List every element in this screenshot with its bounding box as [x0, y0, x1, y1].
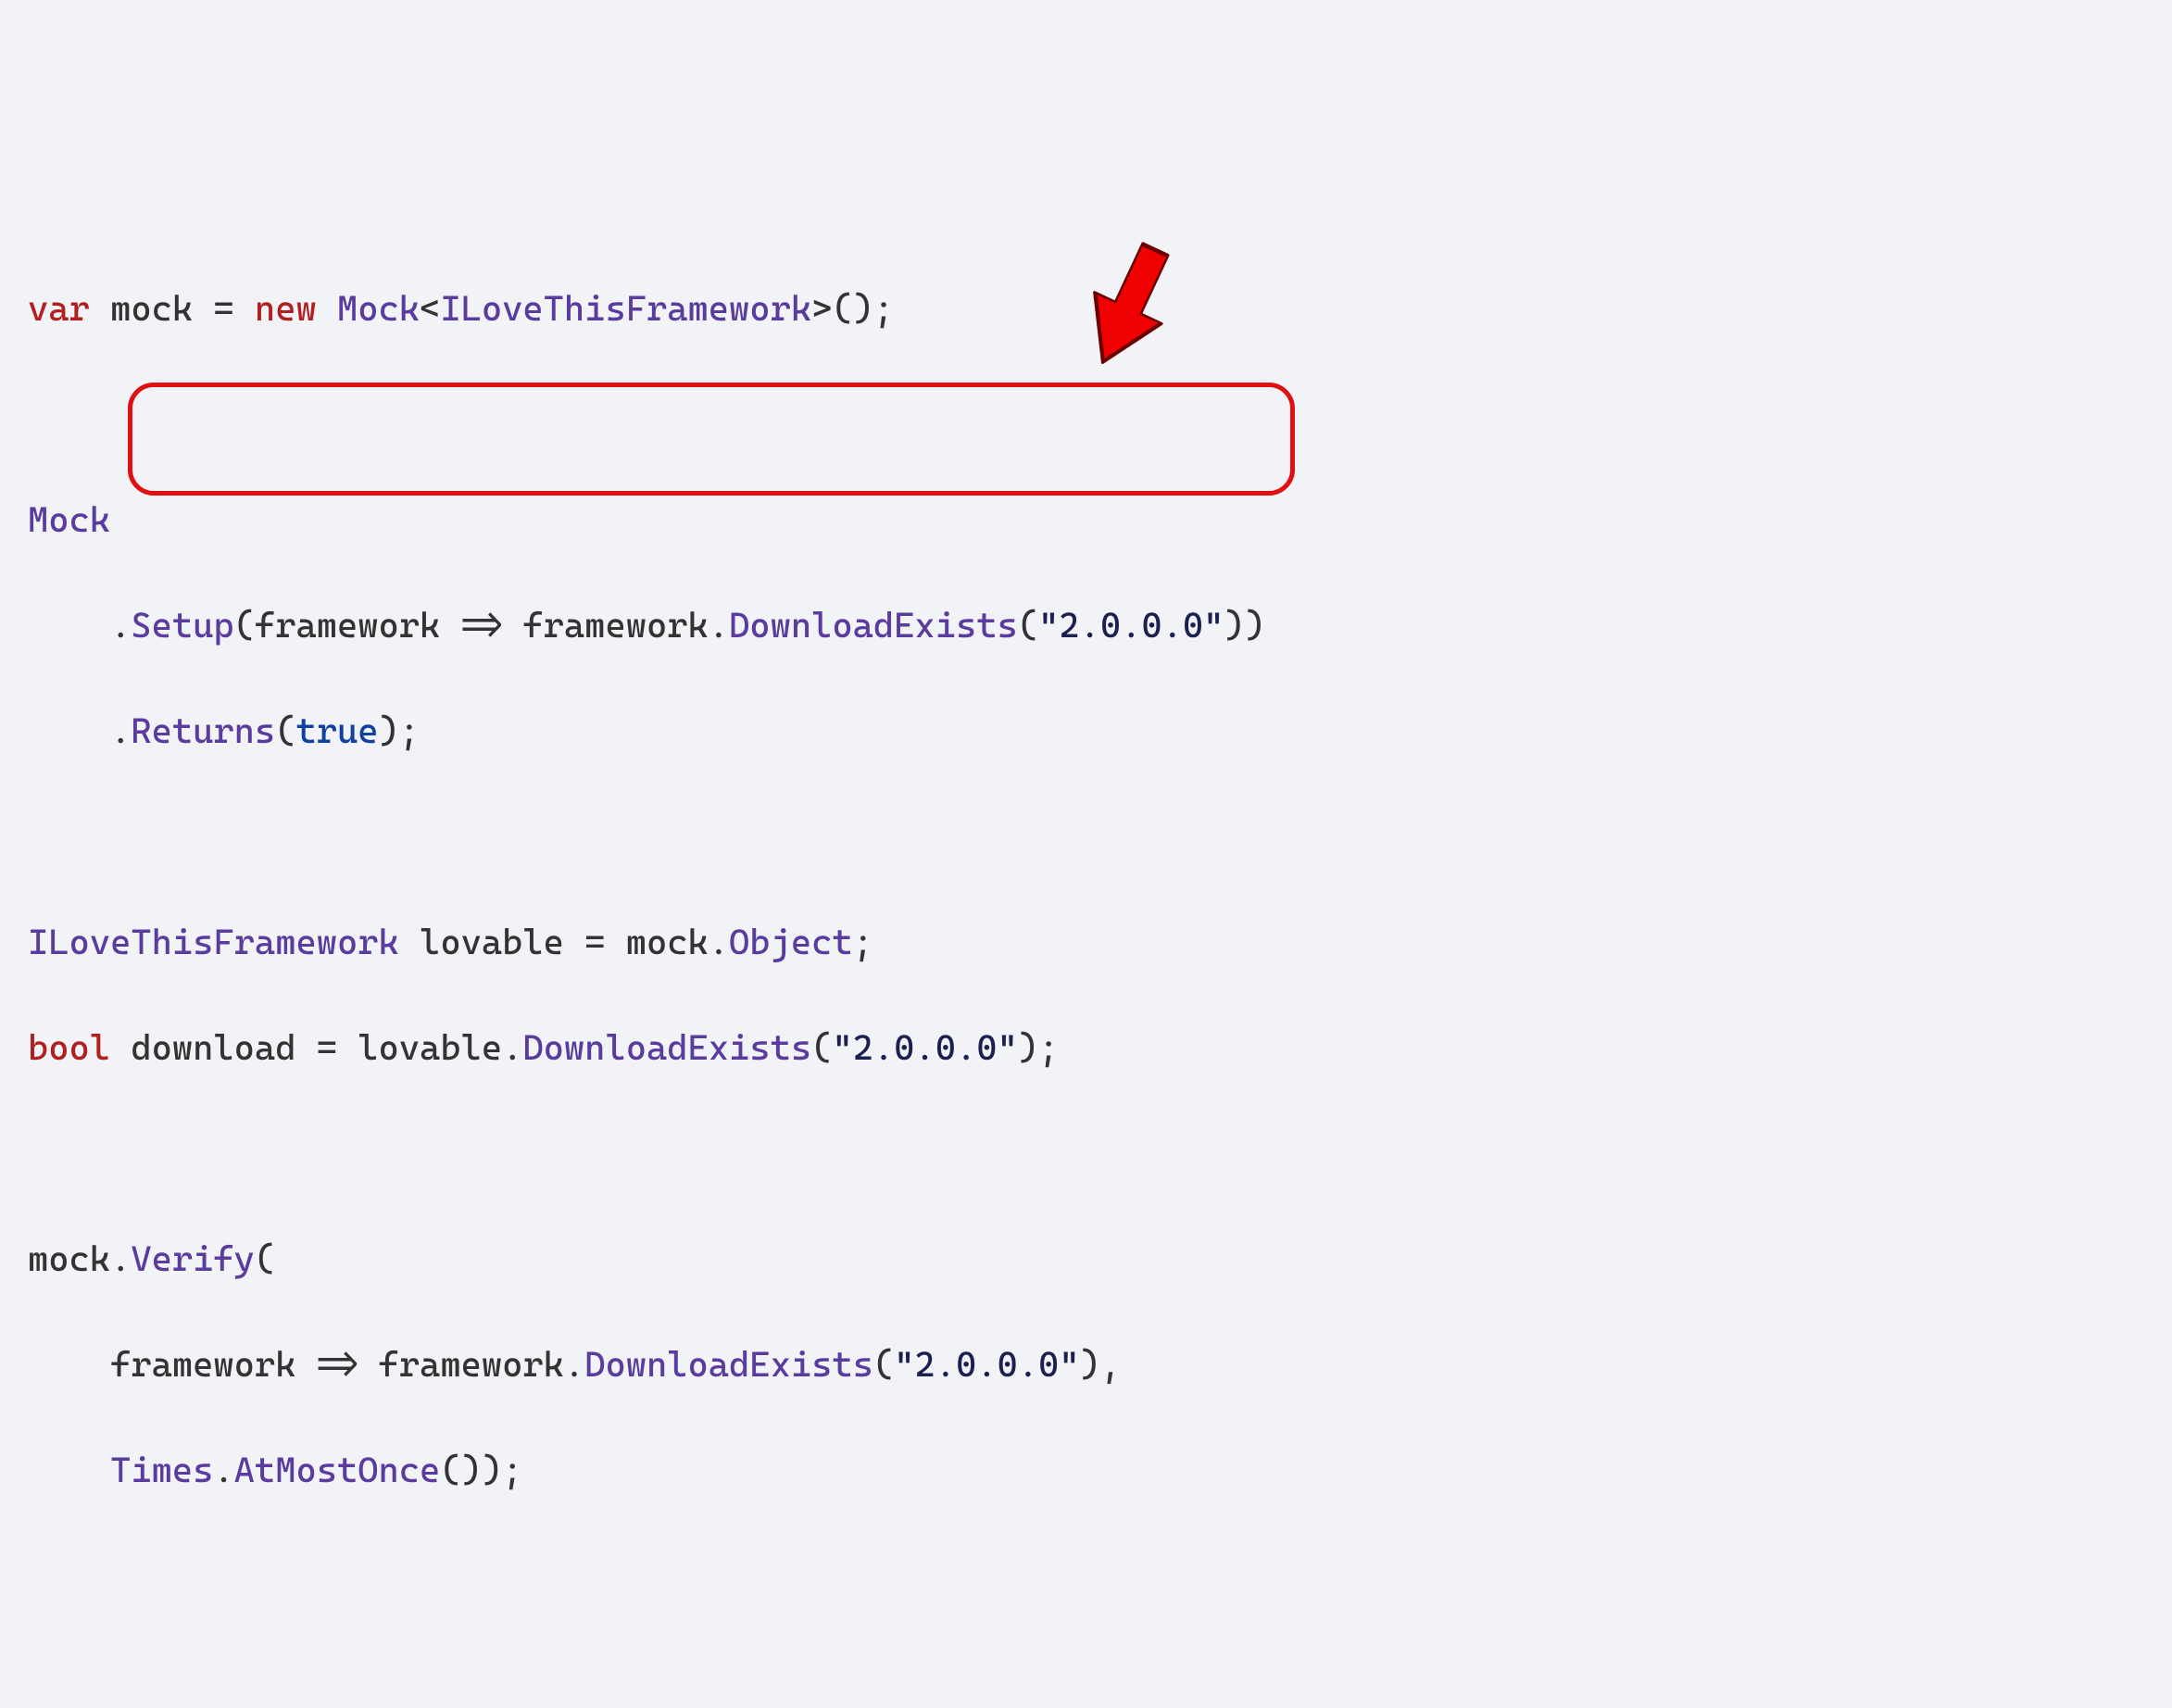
code-line-3: Mock: [28, 494, 2144, 546]
identifier-mock: mock: [110, 288, 193, 329]
identifier-lovable: lovable: [420, 922, 564, 962]
type-times: Times: [110, 1450, 213, 1490]
code-line-7: ILoveThisFramework lovable = mock.Object…: [28, 916, 2144, 969]
code-line-12: Times.AtMostOnce());: [28, 1444, 2144, 1497]
member-object: Object: [729, 922, 853, 962]
code-line-8: bool download = lovable.DownloadExists("…: [28, 1022, 2144, 1074]
keyword-true: true: [295, 710, 378, 751]
string-literal: "2.0.0.0": [1038, 605, 1224, 646]
member-downloadexists: DownloadExists: [729, 605, 1018, 646]
type-mock: Mock: [337, 288, 420, 329]
code-line-11: framework => framework.DownloadExists("2…: [28, 1338, 2144, 1391]
identifier-download: download: [131, 1027, 295, 1068]
code-line-1: var mock = new Mock<ILoveThisFramework>(…: [28, 283, 2144, 335]
code-line-5: .Returns(true);: [28, 705, 2144, 758]
member-setup: Setup: [131, 605, 233, 646]
code-block: var mock = new Mock<ILoveThisFramework>(…: [28, 230, 2144, 1708]
member-atmostonce: AtMostOnce: [234, 1450, 441, 1490]
string-literal: "2.0.0.0": [832, 1027, 1017, 1068]
keyword-new: new: [255, 288, 317, 329]
keyword-var: var: [28, 288, 90, 329]
type-interface: ILoveThisFramework: [440, 288, 811, 329]
code-line-4: .Setup(framework => framework.DownloadEx…: [28, 599, 2144, 652]
member-downloadexists: DownloadExists: [584, 1344, 873, 1385]
member-downloadexists: DownloadExists: [522, 1027, 811, 1068]
member-verify: Verify: [131, 1238, 255, 1279]
code-line-blank: [28, 810, 2144, 863]
type-mock: Mock: [28, 499, 110, 540]
member-returns: Returns: [131, 710, 275, 751]
type-interface: ILoveThisFramework: [28, 922, 399, 962]
keyword-bool: bool: [28, 1027, 110, 1068]
code-line-10: mock.Verify(: [28, 1233, 2144, 1286]
code-line-blank: [28, 1127, 2144, 1180]
code-line-blank: [28, 388, 2144, 441]
string-literal: "2.0.0.0": [894, 1344, 1079, 1385]
